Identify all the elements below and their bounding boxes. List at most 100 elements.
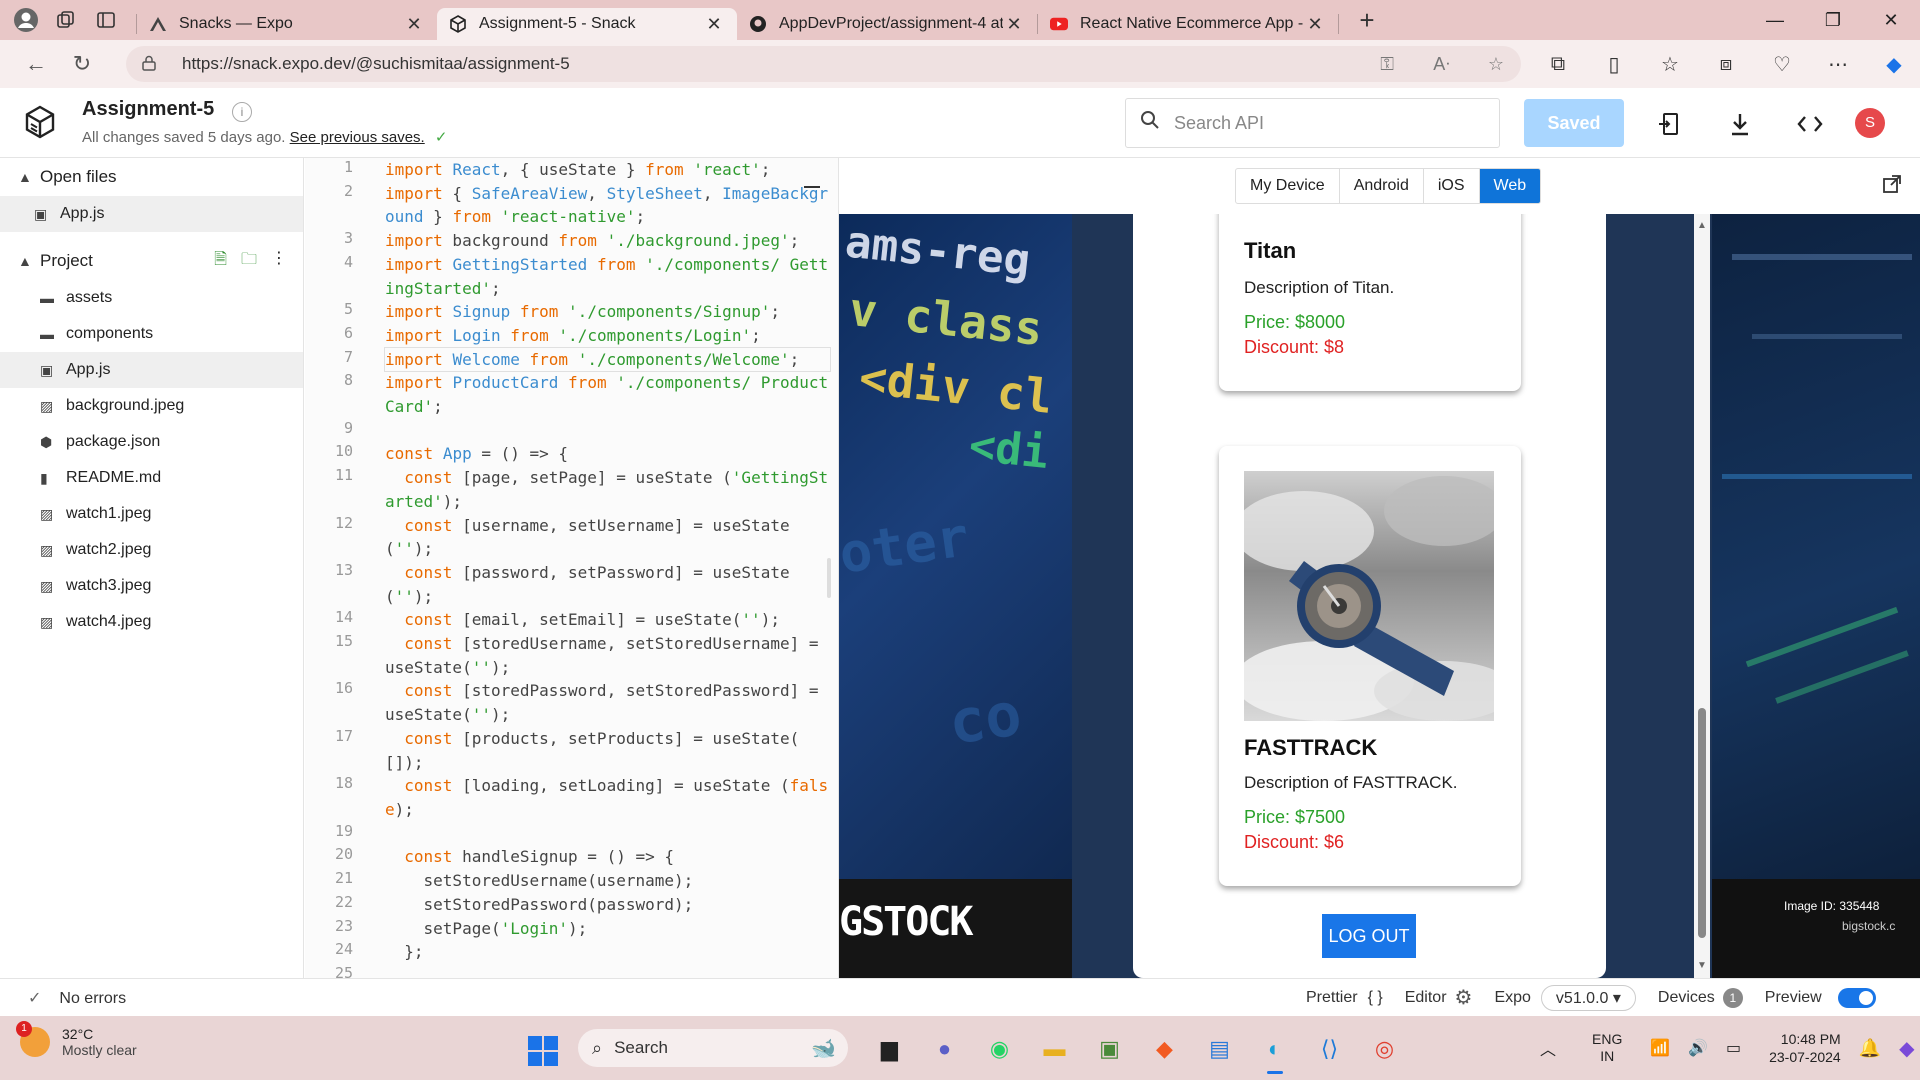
- file-item[interactable]: ▮ README.md: [0, 460, 303, 496]
- scroll-up-icon[interactable]: ▲: [1697, 220, 1707, 231]
- preview-toggle[interactable]: Preview: [1765, 987, 1876, 1008]
- key-icon[interactable]: ⚿: [1362, 54, 1412, 75]
- copilot-taskbar-icon[interactable]: ◆: [1899, 1036, 1914, 1061]
- taskbar-search[interactable]: ⌕ Search 🐋: [578, 1029, 848, 1067]
- preview-scrollbar[interactable]: ▲ ▼: [1694, 214, 1710, 978]
- download-icon[interactable]: [1726, 110, 1754, 138]
- minimize-button[interactable]: —: [1746, 0, 1804, 40]
- editor-scrollbar[interactable]: [827, 558, 831, 598]
- open-in-new-window-icon[interactable]: [1882, 174, 1902, 200]
- code-line[interactable]: 1 import React, { useState } from 'react'…: [344, 158, 830, 182]
- task-view-icon[interactable]: ▆: [862, 1030, 917, 1068]
- favorites-icon[interactable]: ☆: [1642, 52, 1698, 77]
- photos-app-icon[interactable]: ▣: [1082, 1030, 1137, 1068]
- code-line[interactable]: 20 const handleSignup = () => {: [335, 845, 830, 869]
- product-card[interactable]: Titan Description of Titan. Price: $8000…: [1219, 214, 1521, 391]
- file-item[interactable]: ▣ App.js: [0, 352, 303, 388]
- chat-app-icon[interactable]: ●: [917, 1030, 972, 1068]
- system-icons[interactable]: 📶 🔊 ▭: [1650, 1038, 1755, 1058]
- file-item[interactable]: ▨ watch4.jpeg: [0, 604, 303, 640]
- collapse-icon[interactable]: [804, 186, 820, 188]
- back-button[interactable]: ←: [14, 42, 58, 86]
- code-line[interactable]: 22 setStoredPassword(password);: [335, 893, 830, 917]
- code-line[interactable]: 23 setPage('Login');: [335, 917, 830, 941]
- open-files-section[interactable]: ▲ Open files: [0, 158, 303, 196]
- profile-icon[interactable]: [6, 0, 46, 40]
- platform-tab-android[interactable]: Android: [1340, 169, 1424, 203]
- vscode-icon[interactable]: ⟨⟩: [1302, 1030, 1357, 1068]
- scrollbar-thumb[interactable]: [1698, 708, 1706, 938]
- maximize-button[interactable]: ❐: [1804, 0, 1862, 40]
- tab-assignment-5[interactable]: Assignment-5 - Snack ✕: [437, 8, 737, 40]
- prettier-toggle[interactable]: Prettier { }: [1306, 989, 1383, 1007]
- chrome-icon[interactable]: ◎: [1357, 1030, 1412, 1068]
- read-aloud-icon[interactable]: Aᐧ: [1417, 54, 1467, 75]
- open-file-app-js[interactable]: ▣ App.js: [0, 196, 303, 232]
- error-status[interactable]: ✓ No errors: [28, 988, 126, 1008]
- code-line[interactable]: 4 import GettingStarted from './component…: [344, 253, 830, 300]
- file-item[interactable]: ▨ watch2.jpeg: [0, 532, 303, 568]
- code-line[interactable]: 25: [335, 964, 830, 978]
- code-line[interactable]: 18 const [loading, setLoading] = useStat…: [335, 774, 830, 821]
- scroll-down-icon[interactable]: ▼: [1697, 960, 1707, 971]
- browser-essentials-icon[interactable]: ♡: [1754, 52, 1810, 77]
- info-icon[interactable]: i: [232, 102, 252, 122]
- code-line[interactable]: 2 import { SafeAreaView, StyleSheet, Imag…: [344, 182, 830, 229]
- code-line[interactable]: 19: [335, 822, 830, 846]
- workspaces-icon[interactable]: [46, 0, 86, 40]
- code-line[interactable]: 10 const App = () => {: [335, 442, 830, 466]
- extensions-icon[interactable]: ⧉: [1530, 53, 1586, 76]
- favorite-star-icon[interactable]: ☆: [1471, 54, 1521, 75]
- code-line[interactable]: 3 import background from './background.jp…: [344, 229, 830, 253]
- file-explorer-icon[interactable]: ▬: [1027, 1030, 1082, 1068]
- search-api-input[interactable]: Search API: [1125, 98, 1500, 148]
- start-button[interactable]: [528, 1036, 558, 1066]
- file-item[interactable]: ▨ watch1.jpeg: [0, 496, 303, 532]
- address-bar[interactable]: https://snack.expo.dev/@suchismitaa/assi…: [126, 46, 1521, 82]
- whatsapp-icon[interactable]: ◉: [972, 1030, 1027, 1068]
- code-line[interactable]: 21 setStoredUsername(username);: [335, 869, 830, 893]
- chevron-up-icon[interactable]: ▲: [18, 169, 40, 185]
- copilot-icon[interactable]: ◆: [1866, 52, 1920, 77]
- code-line[interactable]: 13 const [password, setPassword] = useSt…: [335, 561, 830, 608]
- clock[interactable]: 10:48 PM 23-07-2024: [1769, 1030, 1841, 1066]
- code-line[interactable]: 17 const [products, setProducts] = useSt…: [335, 727, 830, 774]
- close-tab-icon[interactable]: ✕: [403, 14, 425, 35]
- previous-saves-link[interactable]: See previous saves.: [290, 129, 425, 146]
- file-item[interactable]: ⬢ package.json: [0, 424, 303, 460]
- weather-widget[interactable]: 1 32°C Mostly clear: [16, 1021, 137, 1058]
- sdk-version-select[interactable]: v51.0.0 ▾: [1540, 984, 1636, 1011]
- devices-indicator[interactable]: Devices 1: [1658, 987, 1743, 1008]
- new-file-icon[interactable]: 🗎: [214, 248, 227, 275]
- platform-tab-ios[interactable]: iOS: [1424, 169, 1480, 203]
- chevron-up-icon[interactable]: ︿: [1540, 1036, 1556, 1060]
- brave-browser-icon[interactable]: ◆: [1137, 1030, 1192, 1068]
- code-area[interactable]: 1 import React, { useState } from 'react'…: [335, 158, 831, 978]
- file-item[interactable]: ▬ components: [0, 316, 303, 352]
- saved-button[interactable]: Saved: [1524, 99, 1624, 147]
- project-section[interactable]: ▲ Project 🗎 🗀 ⋮: [0, 242, 303, 280]
- export-icon[interactable]: [1655, 110, 1683, 138]
- project-title[interactable]: Assignment-5: [82, 98, 214, 121]
- code-line[interactable]: 5 import Signup from './components/Signup…: [344, 300, 830, 324]
- code-line[interactable]: 6 import Login from './components/Login';: [344, 324, 830, 348]
- file-item[interactable]: ▬ assets: [0, 280, 303, 316]
- logout-button[interactable]: LOG OUT: [1322, 914, 1416, 958]
- code-line[interactable]: 11 const [page, setPage] = useState ('Ge…: [335, 466, 830, 513]
- collections-icon[interactable]: ⧈: [1698, 53, 1754, 76]
- file-item[interactable]: ▨ watch3.jpeg: [0, 568, 303, 604]
- close-tab-icon[interactable]: ✕: [1304, 14, 1326, 35]
- embed-code-icon[interactable]: [1796, 110, 1824, 138]
- code-line[interactable]: 9: [344, 419, 830, 443]
- new-folder-icon[interactable]: 🗀: [241, 248, 257, 275]
- snack-logo[interactable]: [22, 104, 58, 140]
- expo-version[interactable]: Expo v51.0.0 ▾: [1494, 984, 1636, 1011]
- tab-actions-icon[interactable]: [86, 0, 126, 40]
- code-line[interactable]: 8 import ProductCard from './components/ …: [344, 371, 830, 418]
- code-line[interactable]: 14 const [email, setEmail] = useState(''…: [335, 608, 830, 632]
- preview-switch[interactable]: [1837, 987, 1876, 1008]
- tab-github[interactable]: AppDevProject/assignment-4 at ✕: [737, 8, 1037, 40]
- url-text[interactable]: https://snack.expo.dev/@suchismitaa/assi…: [182, 54, 1362, 74]
- close-tab-icon[interactable]: ✕: [1003, 14, 1025, 35]
- lock-icon[interactable]: [142, 55, 162, 74]
